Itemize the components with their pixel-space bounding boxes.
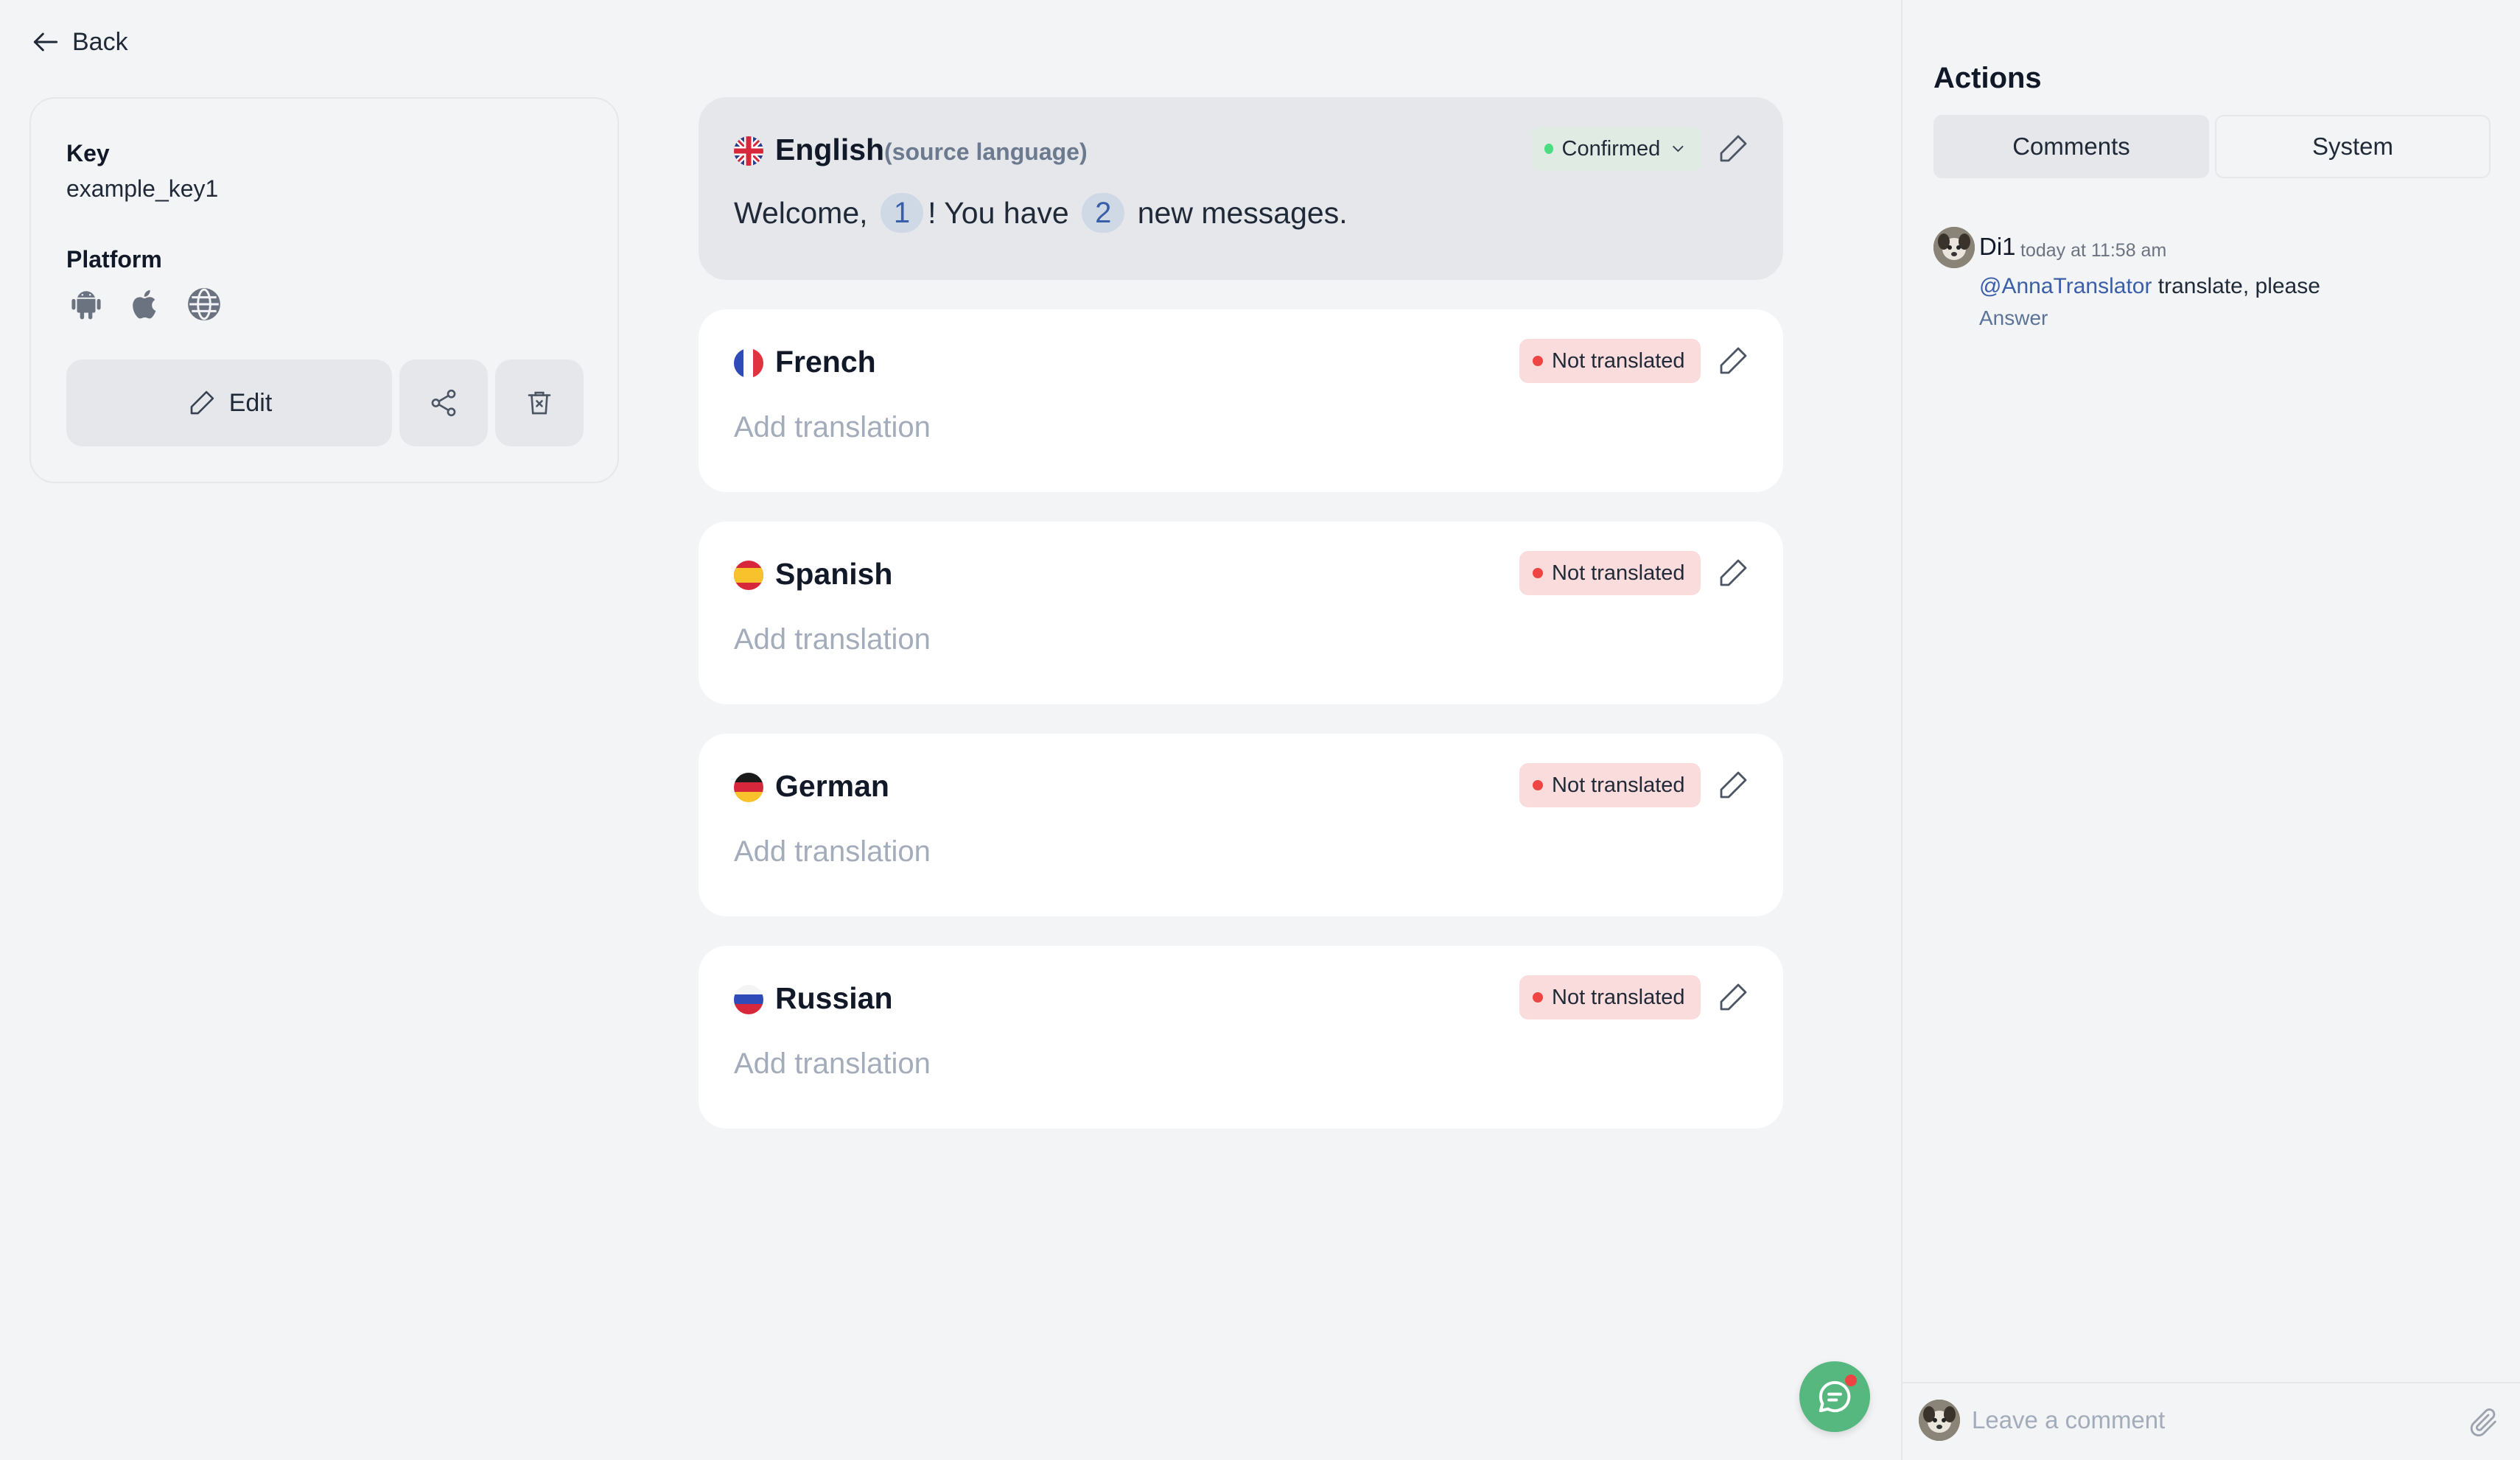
pencil-icon[interactable] (1715, 343, 1751, 379)
language-card-french: French Not translated Add translation (699, 309, 1783, 492)
status-dot (1533, 568, 1543, 578)
tab-label: System (2311, 133, 2394, 160)
actions-panel: Actions Comments System Di1 today at 11:… (1901, 0, 2520, 1460)
status-dropdown[interactable]: Confirmed (1531, 127, 1701, 171)
comment-time: today at 11:58 am (2020, 240, 2167, 261)
source-language-card: English (source language) Confirmed Welc… (699, 97, 1783, 280)
chat-button[interactable] (1799, 1361, 1870, 1432)
language-name: German (775, 769, 889, 803)
android-icon (66, 284, 106, 324)
status-badge[interactable]: Not translated (1519, 339, 1701, 383)
status-label: Not translated (1552, 985, 1685, 1009)
key-info-card: Key example_key1 Platform Edit (29, 97, 619, 483)
status-dot (1533, 992, 1543, 1003)
tab-comments[interactable]: Comments (1933, 115, 2209, 178)
edit-label: Edit (228, 388, 273, 417)
status-badge[interactable]: Not translated (1519, 551, 1701, 595)
source-language-sublabel: (source language) (884, 138, 1088, 165)
pencil-icon[interactable] (1715, 768, 1751, 803)
language-card-russian: Russian Not translated Add translation (699, 946, 1783, 1129)
notification-dot (1845, 1375, 1857, 1386)
uk-flag-icon (734, 136, 763, 166)
language-name: Russian (775, 981, 893, 1015)
status-badge[interactable]: Not translated (1519, 763, 1701, 807)
pencil-icon[interactable] (1715, 555, 1751, 591)
trash-icon (528, 391, 551, 415)
comment-author: Di1 (1979, 233, 2016, 260)
answer-link[interactable]: Answer (1979, 306, 2048, 330)
translation-input[interactable]: Add translation (734, 835, 931, 868)
spain-flag-icon (734, 561, 763, 590)
comment-text: translate, please (2152, 274, 2320, 298)
placeholder-chip: 1 (880, 193, 924, 233)
comment-input[interactable] (1972, 1398, 2443, 1442)
key-label: Key (66, 140, 110, 166)
pencil-icon[interactable] (1715, 131, 1751, 166)
language-card-german: German Not translated Add translation (699, 734, 1783, 916)
platform-label: Platform (66, 246, 162, 273)
status-label: Not translated (1552, 348, 1685, 373)
paperclip-icon[interactable] (2467, 1405, 2501, 1439)
translation-input[interactable]: Add translation (734, 411, 931, 444)
back-label: Back (72, 27, 128, 56)
comment-body: @AnnaTranslator translate, please (1979, 274, 2320, 299)
placeholder-chip: 2 (1082, 193, 1125, 233)
status-label: Confirmed (1561, 136, 1661, 161)
translation-input[interactable]: Add translation (734, 623, 931, 656)
avatar (1919, 1400, 1960, 1441)
key-value: example_key1 (66, 175, 219, 202)
arrow-left-icon (33, 32, 58, 52)
germany-flag-icon (734, 773, 763, 802)
source-text[interactable]: Welcome, 1 ! You have 2 new messages. (734, 193, 1348, 233)
share-button[interactable] (399, 359, 488, 446)
pencil-icon (190, 390, 214, 415)
apple-icon (125, 284, 165, 324)
tab-label: Comments (2012, 133, 2130, 160)
russia-flag-icon (734, 985, 763, 1014)
status-dot (1533, 356, 1543, 366)
translation-input[interactable]: Add translation (734, 1047, 931, 1081)
france-flag-icon (734, 348, 763, 378)
comment-mention[interactable]: @AnnaTranslator (1979, 274, 2152, 298)
tab-system[interactable]: System (2215, 115, 2491, 178)
source-language-name: English (775, 133, 885, 166)
platform-list (66, 284, 224, 324)
source-text-part: Welcome, (734, 195, 876, 230)
status-dot (1533, 780, 1543, 790)
comment-composer (1903, 1382, 2520, 1460)
source-text-part: ! You have (928, 195, 1078, 230)
status-dot (1544, 144, 1553, 154)
avatar (1933, 227, 1975, 268)
pencil-icon[interactable] (1715, 980, 1751, 1015)
status-label: Not translated (1552, 561, 1685, 585)
language-name: Spanish (775, 557, 893, 591)
back-button[interactable]: Back (29, 24, 128, 60)
actions-title: Actions (1933, 62, 2042, 94)
edit-key-button[interactable]: Edit (66, 359, 392, 446)
language-name: French (775, 345, 876, 379)
source-text-part: new messages. (1129, 195, 1348, 230)
status-badge[interactable]: Not translated (1519, 975, 1701, 1019)
status-label: Not translated (1552, 773, 1685, 797)
globe-icon (184, 284, 224, 324)
share-icon (431, 389, 456, 417)
language-card-spanish: Spanish Not translated Add translation (699, 522, 1783, 704)
delete-button[interactable] (495, 359, 584, 446)
app-root: Back Key example_key1 Platform Edit Engl… (0, 0, 2520, 1460)
chevron-down-icon (1673, 145, 1684, 152)
